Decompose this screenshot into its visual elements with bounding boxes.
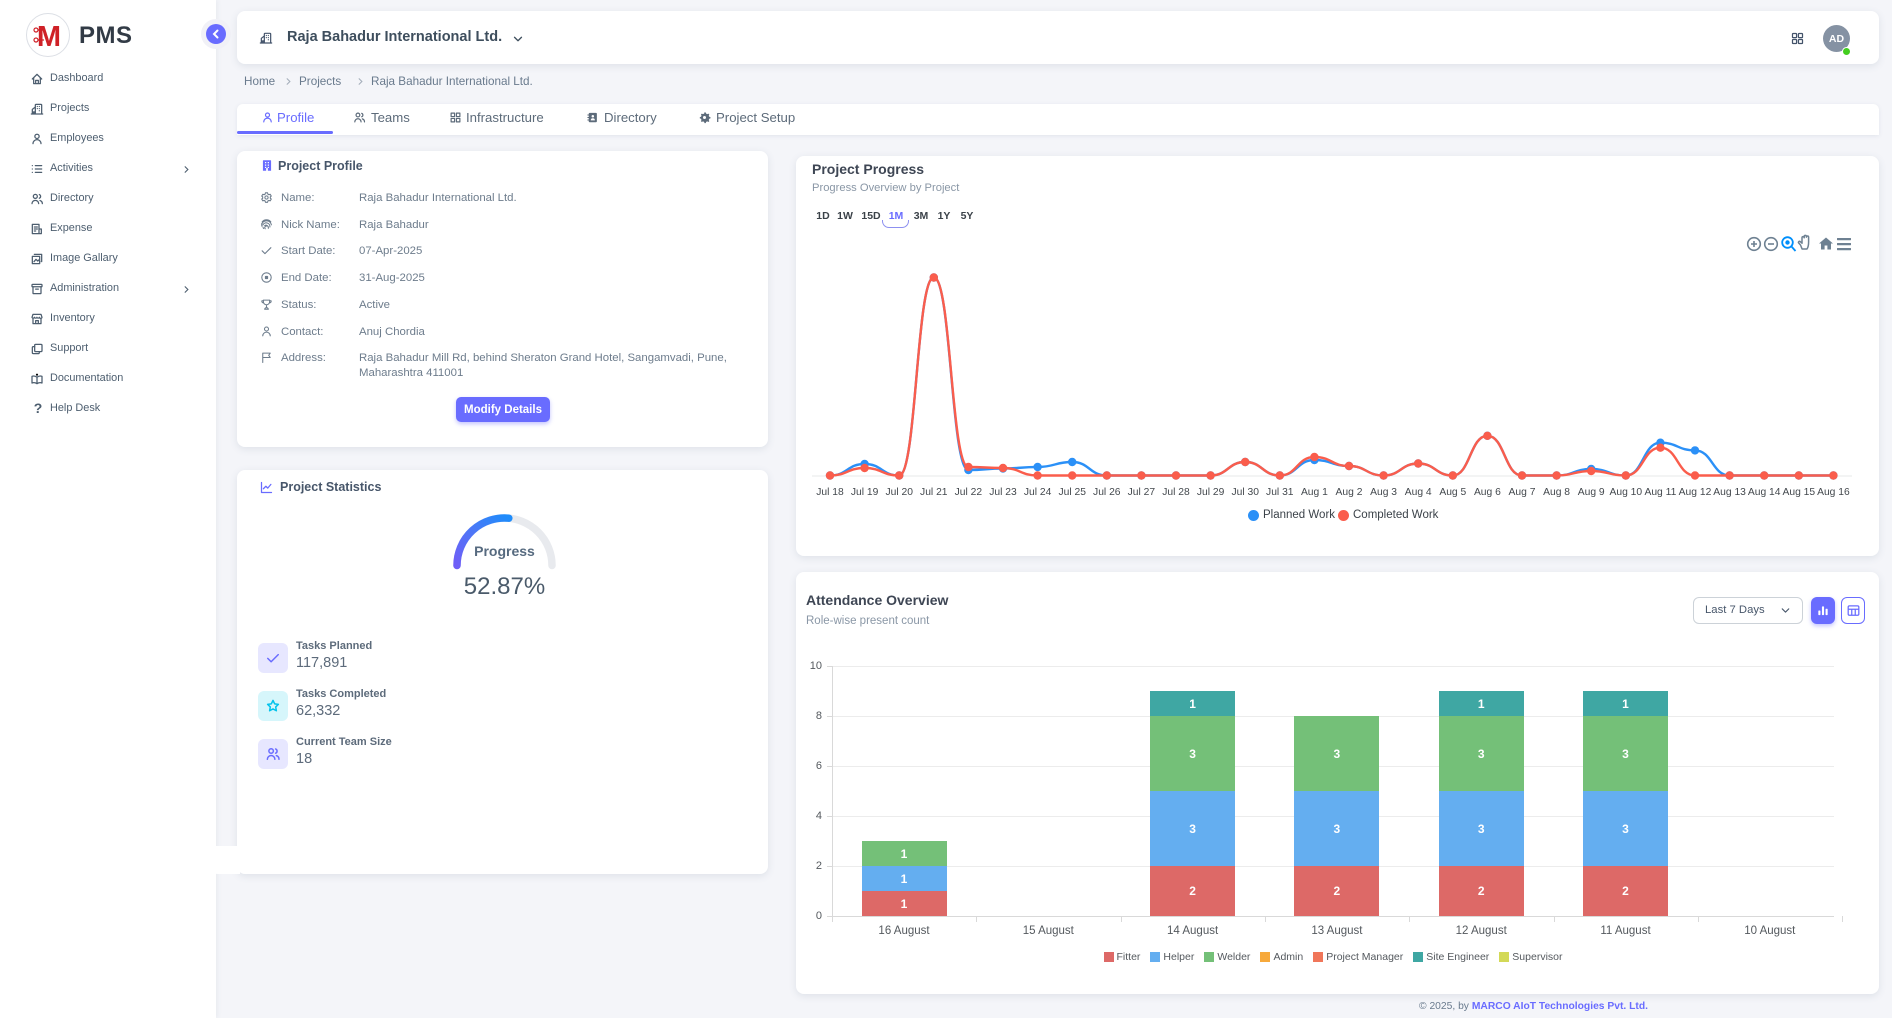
svg-text:Jul 26: Jul 26	[1093, 487, 1121, 498]
svg-text:Aug 12: Aug 12	[1679, 487, 1712, 498]
svg-text:Jul 24: Jul 24	[1024, 487, 1052, 498]
svg-text:Aug 4: Aug 4	[1405, 487, 1432, 498]
svg-text:Aug 14: Aug 14	[1748, 487, 1781, 498]
svg-text:Aug 2: Aug 2	[1336, 487, 1363, 498]
svg-text:M: M	[37, 21, 61, 53]
svg-text:Jul 23: Jul 23	[989, 487, 1017, 498]
svg-text:Aug 7: Aug 7	[1509, 487, 1536, 498]
svg-text:Jul 31: Jul 31	[1266, 487, 1294, 498]
svg-text:Jul 28: Jul 28	[1162, 487, 1190, 498]
svg-text:Jul 27: Jul 27	[1128, 487, 1156, 498]
svg-text:Aug 9: Aug 9	[1578, 487, 1605, 498]
svg-text:Aug 8: Aug 8	[1543, 487, 1570, 498]
svg-text:Aug 11: Aug 11	[1644, 487, 1676, 498]
svg-text:Aug 15: Aug 15	[1782, 487, 1815, 498]
svg-text:Jul 18: Jul 18	[816, 487, 844, 498]
svg-text:Aug 16: Aug 16	[1817, 487, 1850, 498]
svg-text:Aug 13: Aug 13	[1713, 487, 1746, 498]
svg-text:Jul 25: Jul 25	[1058, 487, 1086, 498]
svg-text:Aug 1: Aug 1	[1301, 487, 1328, 498]
svg-text:Jul 22: Jul 22	[955, 487, 983, 498]
svg-text:Jul 30: Jul 30	[1231, 487, 1259, 498]
svg-text:Jul 20: Jul 20	[885, 487, 913, 498]
svg-text:Jul 21: Jul 21	[920, 487, 948, 498]
svg-text:Aug 3: Aug 3	[1370, 487, 1397, 498]
svg-text:Jul 29: Jul 29	[1197, 487, 1225, 498]
svg-text:Aug 6: Aug 6	[1474, 487, 1501, 498]
svg-text:Jul 19: Jul 19	[851, 487, 879, 498]
svg-text:Aug 5: Aug 5	[1439, 487, 1466, 498]
svg-text:Aug 10: Aug 10	[1609, 487, 1642, 498]
